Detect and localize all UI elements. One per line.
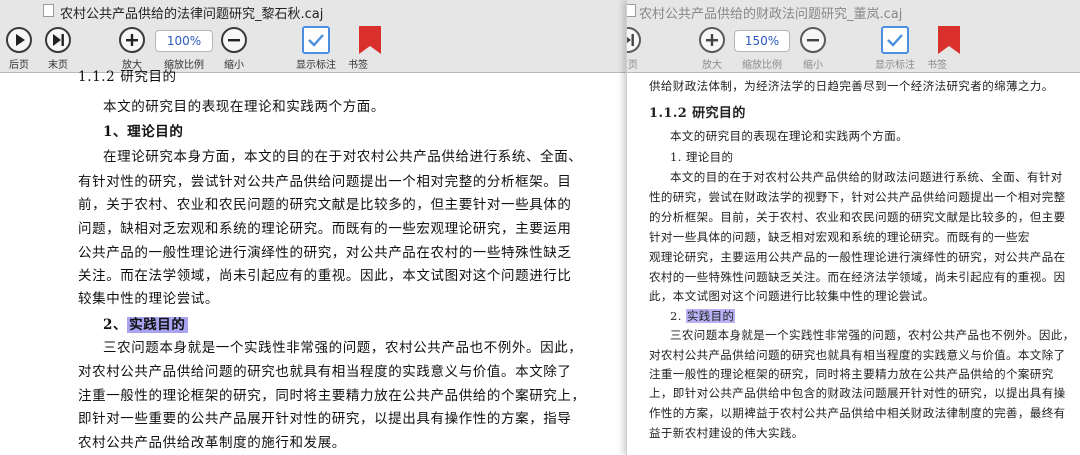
skip-forward-icon (45, 27, 71, 53)
checkmark-icon (881, 26, 909, 54)
left-document-page: 1.1.2 研究目的 本文的研究目的表现在理论和实践两个方面。 1、理论目的 在… (0, 69, 626, 455)
subheading-theory: 1、理论目的 (103, 124, 184, 140)
paragraph-line: 对农村公共产品供给问题的研究也就具有相当程度的实践意义与价值。本文除了 (78, 364, 572, 380)
left-window-title: 农村公共产品供给的法律问题研究_黎石秋.caj (60, 7, 324, 22)
paragraph-line: 观理论研究，主要运用公共产品的一般性理论进行演绎性的研究，对公共产品在 (649, 250, 1066, 264)
bookmark-icon (938, 26, 960, 54)
show-annotations-toggle[interactable]: 显示标注 (296, 22, 336, 72)
highlighted-text[interactable]: 实践目的 (685, 309, 736, 323)
last-page-button[interactable]: 末页 (45, 22, 71, 72)
show-annotations-toggle[interactable]: 显示标注 (875, 22, 915, 72)
highlighted-text[interactable]: 实践目的 (127, 317, 188, 333)
minus-icon (221, 27, 247, 53)
bookmark-icon (359, 26, 381, 54)
bookmark-button[interactable]: 书签 (346, 22, 381, 72)
paragraph-line: 益于新农村建设的伟大实践。 (649, 426, 804, 440)
subheading-number: 2. (670, 309, 686, 323)
play-icon (6, 27, 32, 53)
paragraph-line: 三农问题本身就是一个实践性非常强的问题，农村公共产品也不例外。因此， (670, 328, 1075, 342)
paragraph-line: 作性的方案，以期裨益于农村公共产品供给中相关财政法律制度的完善，最终有 (649, 406, 1066, 420)
paragraph-line: 即针对一些重要的公共产品展开针对性的研究，以提出具有操作性的方案，指导 (78, 411, 572, 427)
zoom-out-label: 缩小 (803, 60, 823, 71)
bookmark-label: 书签 (348, 60, 368, 71)
right-title-bar: 农村公共产品供给的财政法问题研究_董岚.caj (627, 0, 1080, 22)
zoom-out-label: 缩小 (224, 60, 244, 71)
subheading-practice: 2、 实践目的 (103, 313, 188, 333)
paragraph-line: 三农问题本身就是一个实践性非常强的问题，农村公共产品也不例外。因此， (103, 340, 583, 356)
bookmark-label: 书签 (927, 60, 947, 71)
paragraph-line: 公共产品的一般性理论进行演绎性的研究，对公共产品在农村的一些特殊性缺乏 (78, 245, 572, 261)
plus-icon (119, 27, 145, 53)
document-icon (43, 4, 54, 17)
right-document-page: 供给财政法体制，为经济法学的日趋完善尽到一个经济法研究者的绵薄之力。 1.1.2… (627, 73, 1080, 455)
zoom-value-field[interactable]: 150% (734, 30, 790, 52)
paragraph-line: 供给财政法体制，为经济法学的日趋完善尽到一个经济法研究者的绵薄之力。 (649, 79, 1054, 93)
paragraph-line: 对农村公共产品供给问题的研究也就具有相当程度的实践意义与价值。本文除了 (649, 348, 1066, 362)
paragraph-line: 上，即针对公共产品供给中包含的财政法问题展开针对性的研究，以提出具有操 (649, 386, 1066, 400)
paragraph-line: 较集中性的理论尝试。 (78, 291, 219, 307)
document-icon (627, 4, 636, 17)
section-heading: 1.1.2 研究目的 (649, 106, 746, 121)
right-document-window: 农村公共产品供给的财政法问题研究_董岚.caj 末页 放大 150% 缩放比例 (626, 0, 1080, 455)
minus-icon (800, 27, 826, 53)
zoom-out-button[interactable]: 缩小 (800, 22, 826, 72)
right-window-title: 农村公共产品供给的财政法问题研究_董岚.caj (639, 7, 903, 22)
paragraph-line: 性的研究，尝试在财政法学的视野下，针对公共产品供给问题提出一个相对完整 (649, 190, 1066, 204)
paragraph-line: 的分析框架。目前，关于农村、农业和农民问题的研究文献是比较多的，但主要 (649, 210, 1066, 224)
right-toolbar: 末页 放大 150% 缩放比例 缩小 显示标注 (627, 22, 1080, 73)
zoom-value-field[interactable]: 100% (155, 30, 213, 52)
paragraph-line: 前，关于农村、农业和农民问题的研究文献是比较多的，但主要针对一些具体的 (78, 197, 572, 213)
last-page-button[interactable]: 末页 (627, 22, 641, 72)
paragraph-line: 本文的研究目的表现在理论和实践两个方面。 (670, 129, 908, 143)
paragraph-line: 注重一般性的理论框架的研究，同时将主要精力放在公共产品供给的个案研究上， (78, 388, 586, 404)
zoom-out-button[interactable]: 缩小 (221, 22, 247, 72)
paragraph-line: 注重一般性的理论框架的研究，同时将主要精力放在公共产品供给的个案研究 (649, 367, 1054, 381)
subheading-number: 2、 (103, 317, 128, 333)
paragraph-line: 农村的一些特殊性问题缺乏关注。而在经济法学领域，尚未引起应有的重视。因 (649, 270, 1066, 284)
paragraph-line: 针对一些具体的问题，缺乏相对宏观和系统的理论研究。而既有的一些宏 (649, 230, 1030, 244)
last-page-label: 末页 (627, 60, 638, 71)
paragraph-line: 此，本文试图对这个问题进行比较集中性的理论尝试。 (649, 289, 935, 303)
bookmark-button[interactable]: 书签 (925, 22, 960, 72)
paragraph-line: 有针对性的研究，尝试针对公共产品供给问题提出一个相对完整的分析框架。目 (78, 174, 572, 190)
paragraph-line: 本文的目的在于对农村公共产品供给的财政法问题进行系统、全面、有针对 (670, 170, 1063, 184)
plus-icon (699, 27, 725, 53)
cut-section-heading: 1.1.2 研究目的 (78, 69, 177, 85)
left-document-window: 农村公共产品供给的法律问题研究_黎石秋.caj 后页 末页 放大 100% 缩放… (0, 0, 626, 455)
subheading-practice: 2. 实践目的 (670, 308, 736, 324)
paragraph-line: 在理论研究本身方面，本文的目的在于对农村公共产品供给进行系统、全面、 (103, 149, 583, 165)
paragraph-line: 农村公共产品供给改革制度的施行和发展。 (78, 435, 346, 451)
paragraph-line: 关注。而在法学领域，尚未引起应有的重视。因此，本文试图对这个问题进行比 (78, 268, 572, 284)
skip-forward-icon (627, 27, 641, 53)
zoom-ratio-control[interactable]: 150% 缩放比例 (734, 22, 790, 72)
paragraph-line: 问题，缺相对乏宏观和系统的理论研究。而既有的一些宏观理论研究，主要运用 (78, 221, 572, 237)
left-title-bar: 农村公共产品供给的法律问题研究_黎石秋.caj (0, 0, 626, 22)
subheading-theory: 1. 理论目的 (670, 150, 734, 164)
prev-page-button[interactable]: 后页 (6, 22, 32, 72)
checkmark-icon (302, 26, 330, 54)
paragraph-line: 本文的研究目的表现在理论和实践两个方面。 (103, 99, 385, 115)
last-page-label: 末页 (48, 60, 68, 71)
